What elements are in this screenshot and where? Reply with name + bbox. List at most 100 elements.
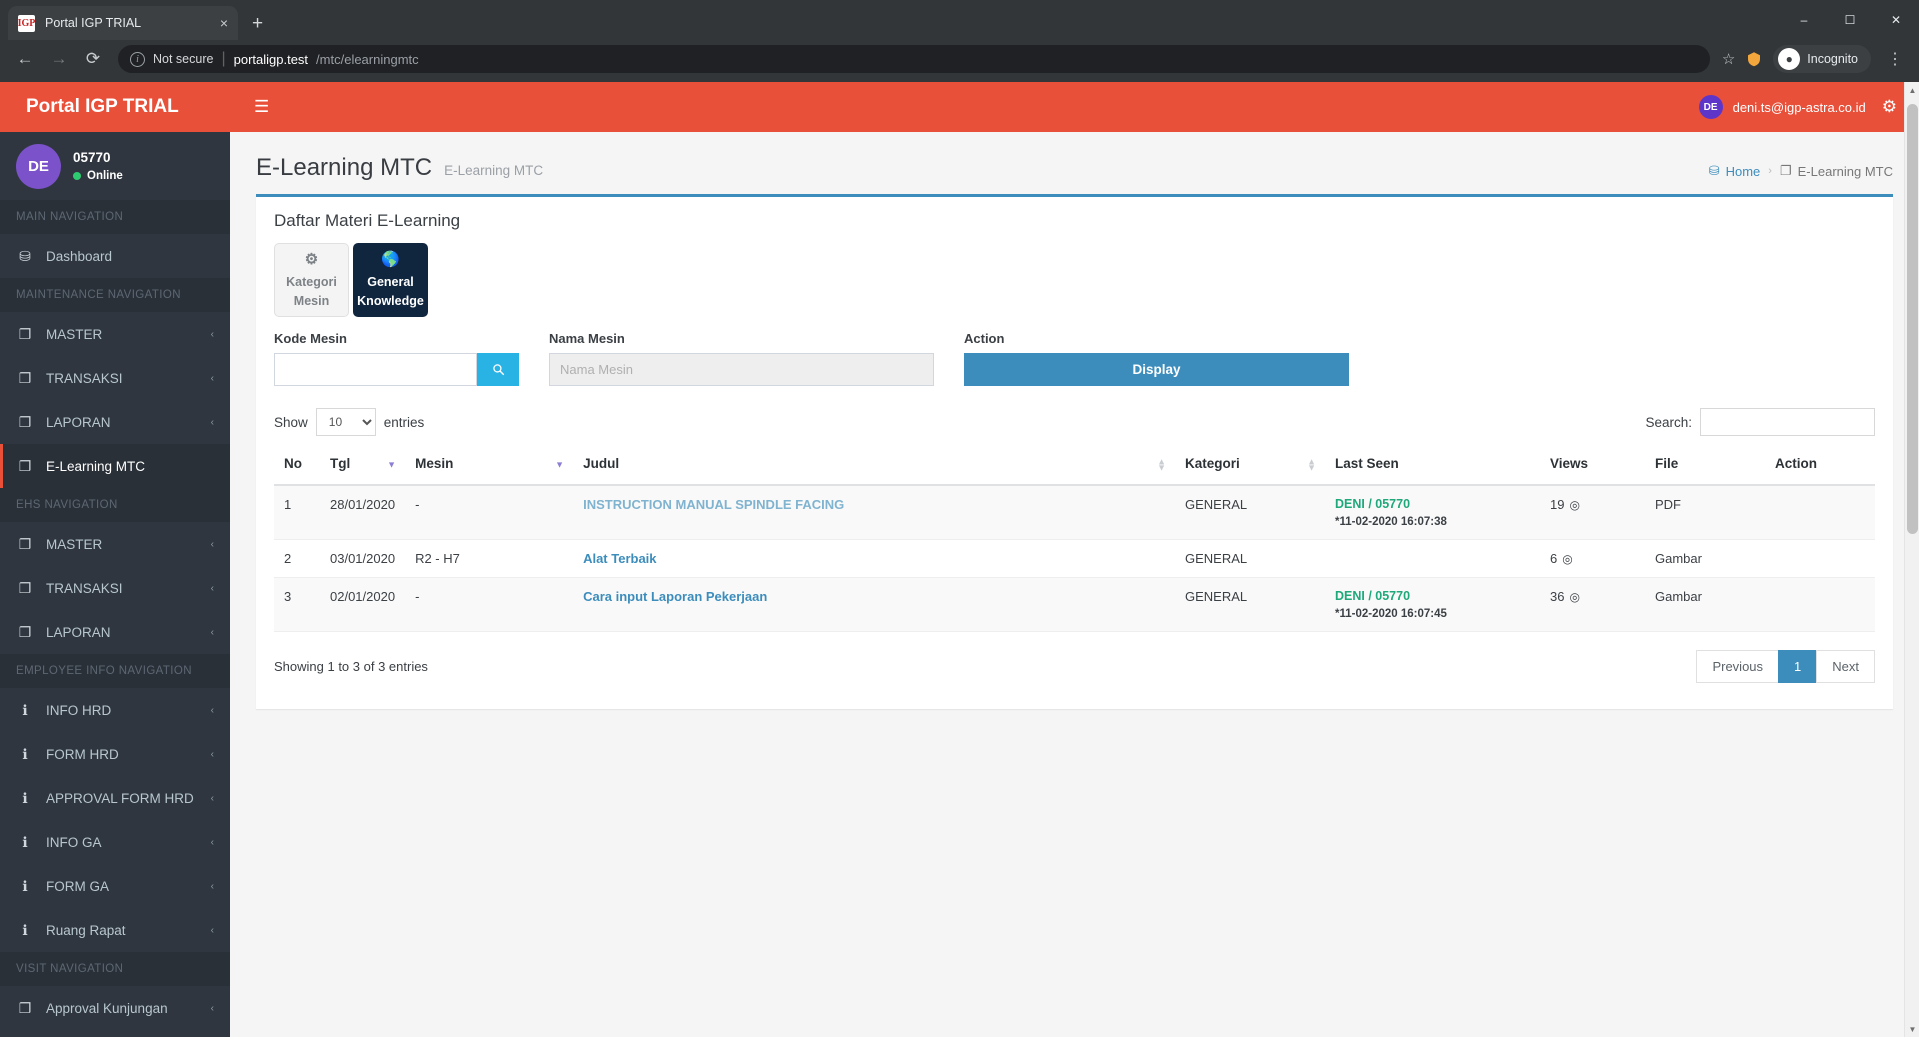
info-circle-icon: ℹ [22,833,28,850]
sidebar-item-ruang-rapat[interactable]: ℹ Ruang Rapat ‹ [0,908,230,952]
search-button[interactable] [477,353,519,386]
back-icon[interactable]: ← [10,44,40,74]
incognito-avatar-icon: ● [1778,48,1801,70]
cell-action [1765,539,1875,578]
sidebar-brand[interactable]: Portal IGP TRIAL [0,82,230,132]
elearning-card: Daftar Materi E-Learning ⚙ Kategori Mesi… [256,194,1893,709]
column-header-last-seen[interactable]: Last Seen [1325,446,1540,486]
security-label: Not secure [153,52,214,66]
judul-link[interactable]: Alat Terbaik [583,551,656,566]
bookmark-star-icon[interactable]: ☆ [1722,50,1735,68]
column-header-kategori[interactable]: Kategori ▲ ▼ [1175,446,1325,486]
cell-file: Gambar [1645,577,1765,632]
sidebar-item-laporan[interactable]: ❐ LAPORAN ‹ [0,610,230,654]
card-header: Daftar Materi E-Learning [256,197,1893,243]
copy-icon: ❐ [18,325,32,342]
column-header-action[interactable]: Action [1765,446,1875,486]
tab-kategori-mesin[interactable]: ⚙ Kategori Mesin [274,243,349,317]
tab-general-knowledge[interactable]: 🌎 General Knowledge [353,243,428,317]
sidebar: Portal IGP TRIAL DE 05770 Online MAIN NA… [0,82,230,1037]
breadcrumb-home-label: Home [1725,163,1761,179]
column-header-judul[interactable]: Judul ▲ ▼ [573,446,1175,486]
sidebar-item-approval-form-hrd[interactable]: ℹ APPROVAL FORM HRD ‹ [0,776,230,820]
address-bar[interactable]: i Not secure | portaligp.test/mtc/elearn… [118,45,1710,73]
judul-link[interactable]: INSTRUCTION MANUAL SPINDLE FACING [583,497,844,512]
column-header-views[interactable]: Views [1540,446,1645,486]
nama-mesin-input[interactable] [549,353,934,386]
sidebar-item-form-hrd[interactable]: ℹ FORM HRD ‹ [0,732,230,776]
sidebar-item-laporan[interactable]: ❐ LAPORAN ‹ [0,400,230,444]
kode-mesin-group: Kode Mesin [274,331,519,386]
sidebar-item-form-ga[interactable]: ℹ FORM GA ‹ [0,864,230,908]
entries-select[interactable]: 102550100 [315,408,376,436]
gear-icon[interactable]: ⚙ [1882,97,1897,117]
sidebar-item-approval-kunjungan[interactable]: ❐ Approval Kunjungan ‹ [0,986,230,1030]
sidebar-item-master[interactable]: ❐ MASTER ‹ [0,522,230,566]
sidebar-item-transaksi[interactable]: ❐ TRANSAKSI ‹ [0,566,230,610]
kode-mesin-input[interactable] [274,353,477,386]
close-tab-icon[interactable]: × [220,16,228,30]
scroll-up-icon[interactable]: ▲ [1905,82,1919,98]
chevron-left-icon: ‹ [210,582,214,594]
table-row: 2 03/01/2020 R2 - H7 Alat Terbaik GENERAL 6 ◎ G… [274,539,1875,578]
sidebar-item-transaksi[interactable]: ❐ TRANSAKSI ‹ [0,356,230,400]
eye-icon: ◎ [1562,552,1573,566]
maximize-button[interactable]: ☐ [1827,4,1873,36]
cell-last-seen: DENI / 05770 *11-02-2020 16:07:45 [1325,577,1540,632]
pagination-page-1[interactable]: 1 [1778,650,1818,683]
minimize-button[interactable]: – [1781,4,1827,36]
show-label: Show [274,414,308,430]
nama-mesin-group: Nama Mesin [549,331,934,386]
sidebar-item-master[interactable]: ❐ MASTER ‹ [0,312,230,356]
page-title: E-Learning MTC [256,154,433,181]
last-seen-time: *11-02-2020 16:07:38 [1335,516,1447,528]
reload-icon[interactable]: ⟳ [78,44,108,74]
table-body: 1 28/01/2020- INSTRUCTION MANUAL SPINDLE F… [274,485,1875,632]
page-scrollbar[interactable]: ▲ ▼ [1904,82,1919,1037]
extension-icon[interactable] [1745,50,1763,68]
forward-icon[interactable]: → [44,44,74,74]
chevron-left-icon: ‹ [210,538,214,550]
column-header-file[interactable]: File [1645,446,1765,486]
cell-tgl: 03/01/2020 [320,539,406,578]
tab-general-knowledge-line2: Knowledge [357,294,424,309]
cell-mesin: R2 - H7 [405,539,574,578]
scrollbar-thumb[interactable] [1907,104,1918,534]
chevron-left-icon: ‹ [210,1002,214,1014]
topbar-user-menu[interactable]: DE deni.ts@igp-astra.co.id [1698,95,1866,119]
pagination: Previous 1 Next [1696,650,1875,683]
column-header-no[interactable]: No [274,446,320,486]
nav-section-header: MAINTENANCE NAVIGATION [0,278,230,312]
browser-tab[interactable]: IGP Portal IGP TRIAL × [8,6,238,40]
sidebar-item-e-learning-mtc[interactable]: ❐ E-Learning MTC [0,444,230,488]
hamburger-menu-icon[interactable]: ☰ [248,93,275,121]
sidebar-item-info-hrd[interactable]: ℹ INFO HRD ‹ [0,688,230,732]
sidebar-item-info-ga[interactable]: ℹ INFO GA ‹ [0,820,230,864]
pagination-previous[interactable]: Previous [1696,650,1780,683]
search-input[interactable] [1700,408,1875,436]
judul-link[interactable]: Cara input Laporan Pekerjaan [583,589,767,604]
browser-menu-icon[interactable]: ⋮ [1881,49,1909,69]
pagination-next[interactable]: Next [1816,650,1875,683]
sidebar-user-panel[interactable]: DE 05770 Online [0,132,230,200]
chevron-left-icon: ‹ [210,626,214,638]
column-header-mesin[interactable]: Mesin ▼ [405,446,574,486]
scroll-down-icon[interactable]: ▼ [1905,1021,1919,1037]
new-tab-icon[interactable]: + [252,13,263,35]
column-header-label: Views [1550,456,1589,471]
display-button[interactable]: Display [964,353,1349,386]
column-header-label: Last Seen [1335,456,1399,471]
column-header-tgl[interactable]: Tgl ▼ [320,446,406,486]
info-circle-icon[interactable]: i [130,51,145,67]
incognito-indicator[interactable]: ● Incognito [1773,45,1871,73]
close-window-button[interactable]: ✕ [1873,4,1919,36]
chevron-left-icon: ‹ [210,748,214,760]
cell-kategori: GENERAL [1175,577,1325,632]
info-circle-icon: ℹ [22,921,28,938]
sort-desc-icon: ▼ [387,459,397,470]
copy-icon: ❐ [18,369,32,386]
breadcrumb-home[interactable]: ⛁ Home [1709,163,1761,179]
sidebar-item-label: TRANSAKSI [46,370,123,386]
cell-kategori: GENERAL [1175,485,1325,540]
sidebar-item-dashboard[interactable]: ⛁ Dashboard [0,234,230,278]
